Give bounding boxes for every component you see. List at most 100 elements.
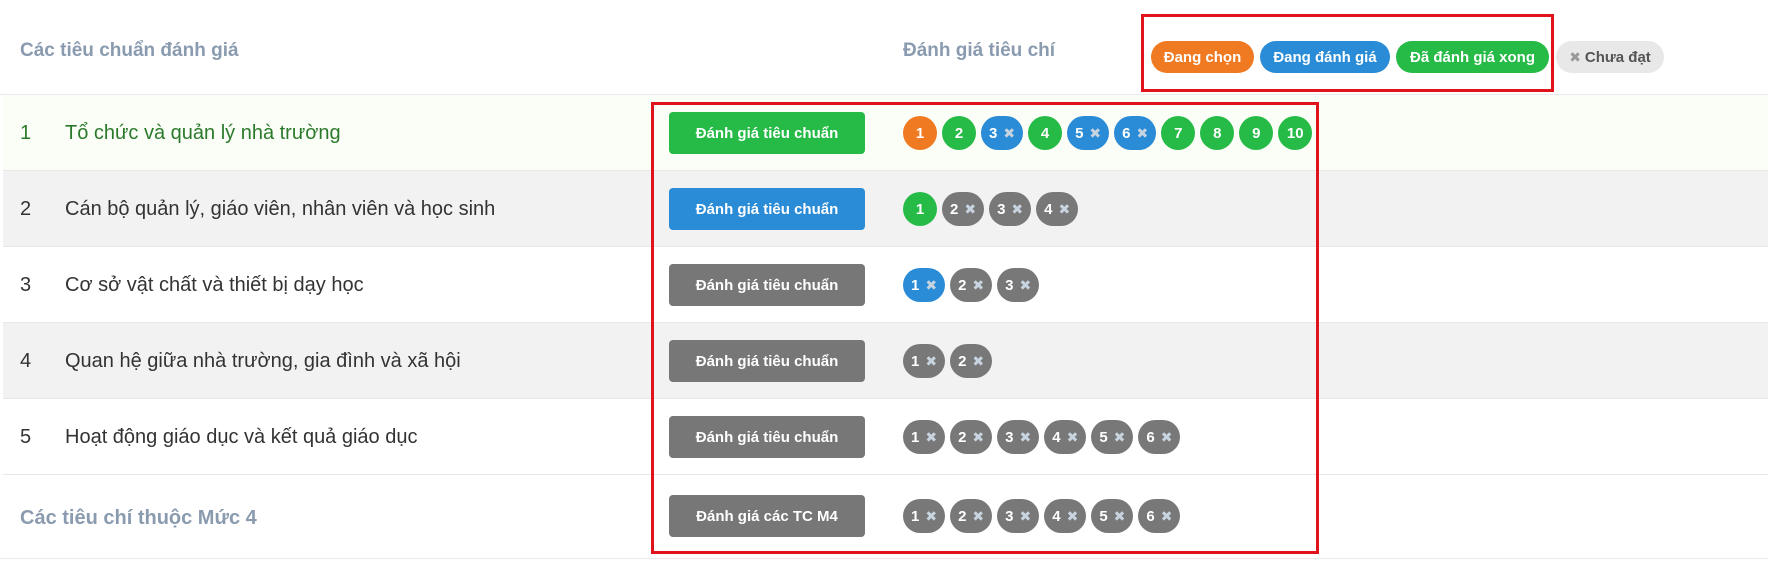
criterion-number: 4 bbox=[1040, 124, 1050, 142]
x-icon: ✖ bbox=[1003, 124, 1016, 141]
standard-title: Cơ sở vật chất và thiết bị dạy học bbox=[65, 274, 364, 296]
x-icon: ✖ bbox=[1019, 428, 1032, 445]
criterion-chip[interactable]: 9 bbox=[1239, 116, 1274, 150]
evaluate-standard-button[interactable]: Đánh giá tiêu chuẩn bbox=[669, 340, 865, 382]
standard-row: 2 Cán bộ quản lý, giáo viên, nhân viên và… bbox=[3, 171, 1768, 247]
criterion-chip[interactable]: 1 ✖ bbox=[903, 268, 946, 302]
x-icon: ✖ bbox=[972, 428, 985, 445]
criterion-chip[interactable]: 5 ✖ bbox=[1067, 116, 1110, 150]
criterion-chip[interactable]: 6 ✖ bbox=[1114, 116, 1157, 150]
criterion-number: 6 bbox=[1122, 124, 1131, 142]
criterion-number: 7 bbox=[1174, 124, 1183, 142]
criterion-number: 6 bbox=[1146, 428, 1155, 446]
evaluate-standard-button[interactable]: Đánh giá tiêu chuẩn bbox=[669, 112, 865, 154]
criterion-number: 3 bbox=[1005, 276, 1014, 294]
criterion-number: 2 bbox=[958, 507, 967, 525]
criterion-chip[interactable]: 8 bbox=[1200, 116, 1235, 150]
criterion-number: 8 bbox=[1213, 124, 1222, 142]
criterion-chip[interactable]: 2 ✖ bbox=[950, 268, 993, 302]
criterion-number: 2 bbox=[958, 352, 967, 370]
criterion-number: 4 bbox=[1052, 428, 1061, 446]
level4-title: Các tiêu chí thuộc Mức 4 bbox=[20, 507, 257, 529]
criterion-number: 1 bbox=[911, 507, 920, 525]
x-icon: ✖ bbox=[972, 352, 985, 369]
criterion-chip[interactable]: 2 ✖ bbox=[950, 499, 993, 533]
criterion-number: 2 bbox=[958, 276, 967, 294]
standard-title: Quan hệ giữa nhà trường, gia đình và xã … bbox=[65, 350, 461, 372]
standard-number: 4 bbox=[20, 350, 32, 372]
x-icon: ✖ bbox=[972, 507, 985, 524]
criterion-number: 4 bbox=[1044, 200, 1053, 218]
criterion-chip[interactable]: 6 ✖ bbox=[1138, 499, 1181, 533]
standard-title: Tổ chức và quản lý nhà trường bbox=[65, 122, 341, 144]
evaluate-standard-button[interactable]: Đánh giá tiêu chuẩn bbox=[669, 188, 865, 230]
criterion-number: 1 bbox=[915, 200, 925, 218]
criterion-chip[interactable]: 4 ✖ bbox=[1036, 192, 1079, 226]
criterion-chip[interactable]: 1 bbox=[903, 192, 937, 226]
x-icon: ✖ bbox=[972, 276, 985, 293]
criterion-chip[interactable]: 5 ✖ bbox=[1091, 420, 1134, 454]
criterion-chip[interactable]: 2 ✖ bbox=[942, 192, 985, 226]
criteria-chip-list: 1 ✖ 2 ✖ 3 ✖ 4 ✖ 5 ✖ 6 ✖ bbox=[903, 420, 1181, 454]
criteria-chip-list: 1 ✖ 2 ✖ bbox=[903, 344, 993, 378]
criterion-chip[interactable]: 5 ✖ bbox=[1091, 499, 1134, 533]
criteria-chip-list: 1 2 ✖ 3 ✖ 4 ✖ bbox=[903, 192, 1079, 226]
x-icon: ✖ bbox=[1089, 124, 1102, 141]
criterion-number: 4 bbox=[1052, 507, 1061, 525]
criterion-chip[interactable]: 3 ✖ bbox=[981, 116, 1024, 150]
criterion-chip[interactable]: 4 ✖ bbox=[1044, 499, 1087, 533]
criterion-chip[interactable]: 2 bbox=[942, 116, 976, 150]
criterion-number: 6 bbox=[1146, 507, 1155, 525]
criterion-chip[interactable]: 3 ✖ bbox=[989, 192, 1032, 226]
criterion-chip[interactable]: 2 ✖ bbox=[950, 344, 993, 378]
criterion-chip[interactable]: 10 bbox=[1278, 116, 1313, 150]
x-icon: ✖ bbox=[925, 276, 938, 293]
criterion-chip[interactable]: 4 bbox=[1028, 116, 1063, 150]
criterion-chip[interactable]: 3 ✖ bbox=[997, 420, 1040, 454]
x-icon: ✖ bbox=[925, 507, 938, 524]
criterion-chip[interactable]: 7 bbox=[1161, 116, 1196, 150]
criterion-number: 5 bbox=[1099, 507, 1108, 525]
criterion-chip[interactable]: 1 ✖ bbox=[903, 420, 946, 454]
criteria-chip-list: 1 ✖ 2 ✖ 3 ✖ 4 ✖ 5 ✖ 6 ✖ bbox=[903, 499, 1181, 533]
criterion-number: 5 bbox=[1075, 124, 1084, 142]
criterion-number: 5 bbox=[1099, 428, 1108, 446]
criterion-number: 1 bbox=[911, 352, 920, 370]
criterion-chip[interactable]: 3 ✖ bbox=[997, 268, 1040, 302]
standards-header: Các tiêu chuẩn đánh giá bbox=[20, 40, 239, 61]
x-icon: ✖ bbox=[1160, 428, 1173, 445]
standard-number: 2 bbox=[20, 198, 32, 220]
criterion-number: 1 bbox=[911, 276, 920, 294]
criterion-number: 2 bbox=[958, 428, 967, 446]
criterion-number: 10 bbox=[1286, 124, 1304, 142]
criterion-chip[interactable]: 3 ✖ bbox=[997, 499, 1040, 533]
x-icon: ✖ bbox=[1113, 428, 1126, 445]
standard-number: 3 bbox=[20, 274, 32, 296]
criterion-chip[interactable]: 6 ✖ bbox=[1138, 420, 1181, 454]
criterion-chip[interactable]: 1 ✖ bbox=[903, 344, 946, 378]
legend-failed: ✖ Chưa đạt bbox=[1556, 41, 1664, 73]
criterion-chip[interactable]: 4 ✖ bbox=[1044, 420, 1087, 454]
footer-divider bbox=[0, 558, 1768, 559]
x-icon: ✖ bbox=[1113, 507, 1126, 524]
x-icon: ✖ bbox=[1136, 124, 1149, 141]
x-icon: ✖ bbox=[1066, 428, 1079, 445]
evaluate-standard-button[interactable]: Đánh giá tiêu chuẩn bbox=[669, 264, 865, 306]
criterion-chip[interactable]: 2 ✖ bbox=[950, 420, 993, 454]
evaluate-standard-button[interactable]: Đánh giá tiêu chuẩn bbox=[669, 416, 865, 458]
criterion-chip[interactable]: 1 ✖ bbox=[903, 499, 946, 533]
criteria-chip-list: 1 ✖ 2 ✖ 3 ✖ bbox=[903, 268, 1040, 302]
evaluate-level4-button[interactable]: Đánh giá các TC M4 bbox=[669, 495, 865, 537]
criterion-number: 3 bbox=[989, 124, 998, 142]
x-icon: ✖ bbox=[925, 352, 938, 369]
x-icon: ✖ bbox=[1019, 276, 1032, 293]
legend-selected: Đang chọn bbox=[1151, 41, 1254, 73]
x-icon: ✖ bbox=[964, 200, 977, 217]
criterion-number: 3 bbox=[997, 200, 1006, 218]
x-icon: ✖ bbox=[1066, 507, 1079, 524]
criteria-header: Đánh giá tiêu chí bbox=[903, 40, 1056, 61]
criterion-chip[interactable]: 1 bbox=[903, 116, 937, 150]
criteria-chip-list: 1 2 3 ✖ 4 5 ✖ 6 ✖ 7 8 9 10 bbox=[903, 116, 1313, 150]
x-icon: ✖ bbox=[1058, 200, 1071, 217]
criterion-number: 3 bbox=[1005, 428, 1014, 446]
